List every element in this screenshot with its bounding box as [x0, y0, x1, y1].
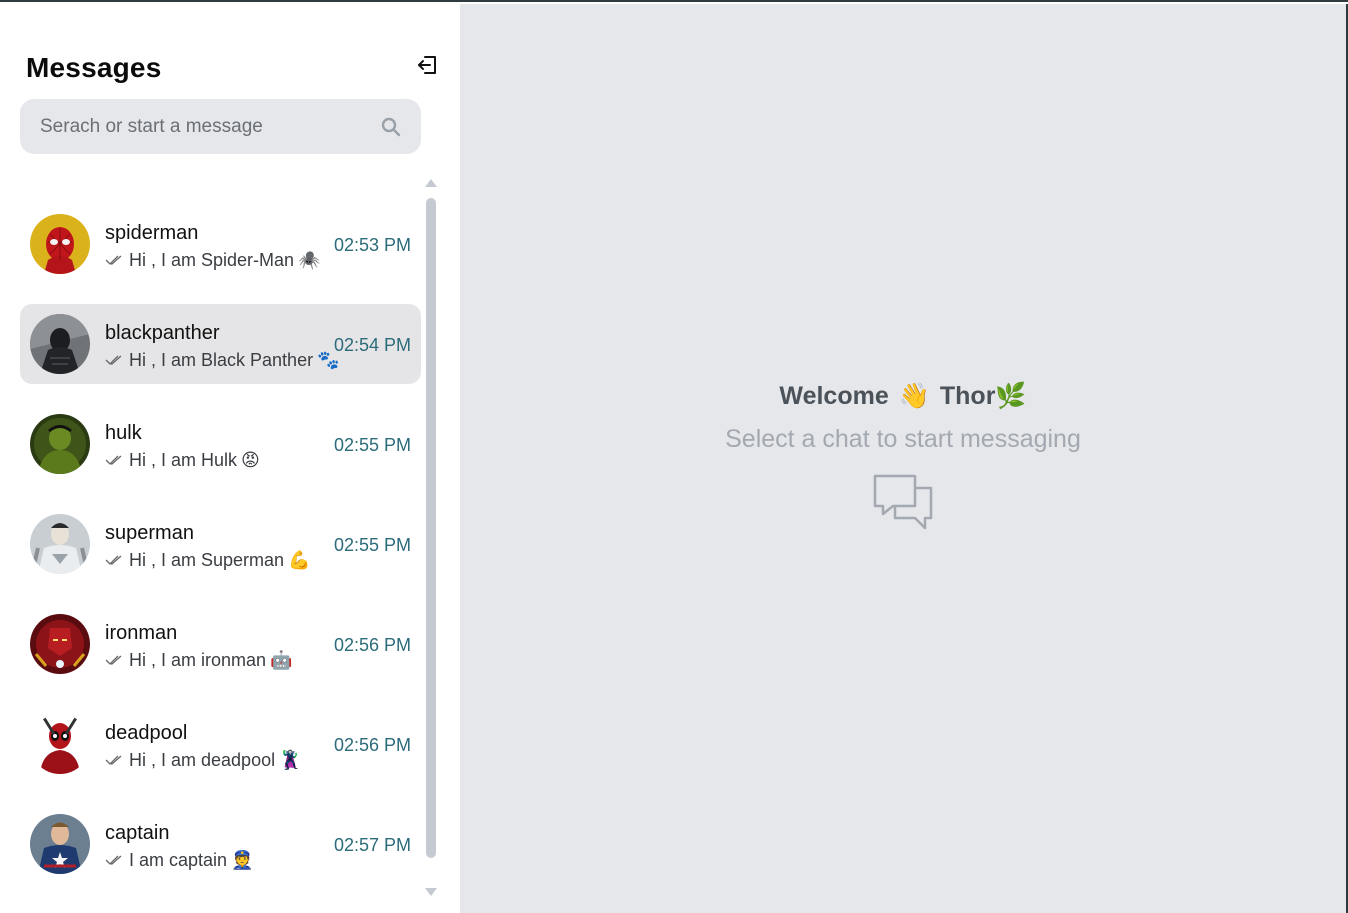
chat-time: 02:55 PM	[333, 535, 411, 555]
avatar	[30, 414, 90, 474]
sidebar-header: Messages	[26, 52, 441, 92]
emoji: 👮	[231, 850, 254, 870]
chat-preview-text: Hi , I am deadpool	[129, 750, 276, 770]
double-check-icon	[105, 850, 123, 871]
chat-name: ironman	[105, 622, 178, 644]
emoji: 🕷️	[298, 250, 321, 270]
logout-icon	[418, 56, 436, 74]
chat-item-spiderman[interactable]: spiderman Hi , I am Spider-Man 🕷️ 02:53 …	[20, 204, 421, 284]
app: Messages Serach or start a message spide…	[0, 4, 1348, 913]
chat-time: 02:53 PM	[333, 235, 411, 255]
main-panel: Welcome 👋 Thor🌿 Select a chat to start m…	[460, 4, 1348, 913]
emoji: 💪	[288, 550, 311, 570]
chat-list-scrollbar[interactable]	[422, 179, 440, 896]
chat-preview: Hi , I am deadpool 🦹	[105, 750, 302, 771]
chat-preview: Hi , I am Black Panther 🐾	[105, 350, 340, 371]
search-icon	[381, 117, 401, 136]
scroll-down-arrow-icon[interactable]	[425, 888, 437, 896]
chat-item-ironman[interactable]: ironman Hi , I am ironman 🤖 02:56 PM	[20, 604, 421, 684]
chat-item-deadpool[interactable]: deadpool Hi , I am deadpool 🦹 02:56 PM	[20, 704, 421, 784]
chat-preview: I am captain 👮	[105, 850, 253, 871]
avatar	[30, 714, 90, 774]
chat-item-captain[interactable]: captain I am captain 👮 02:57 PM	[20, 804, 421, 884]
chat-preview-text: Hi , I am Superman	[129, 550, 285, 570]
double-check-icon	[105, 350, 123, 371]
chat-name: deadpool	[105, 722, 188, 744]
chat-preview: Hi , I am ironman 🤖	[105, 650, 292, 671]
chat-time: 02:56 PM	[333, 735, 411, 755]
welcome-line: Welcome 👋 Thor🌿	[460, 382, 1346, 411]
chat-bubbles-icon	[871, 472, 935, 532]
search-input[interactable]	[40, 115, 379, 138]
chat-preview-text: Hi , I am ironman	[129, 650, 267, 670]
chat-item-superman[interactable]: superman Hi , I am Superman 💪 02:55 PM	[20, 504, 421, 584]
double-check-icon	[105, 450, 123, 471]
page-title: Messages	[26, 52, 162, 83]
emoji: 🦹	[279, 750, 302, 770]
chat-time: 02:55 PM	[333, 435, 411, 455]
chat-preview-text: Hi , I am Black Panther	[129, 350, 314, 370]
chat-preview-text: Hi , I am Spider-Man	[129, 250, 295, 270]
sidebar: Messages Serach or start a message spide…	[0, 4, 460, 913]
chat-name: superman	[105, 522, 194, 544]
welcome-message: Welcome 👋 Thor🌿 Select a chat to start m…	[460, 382, 1346, 532]
chat-time: 02:54 PM	[333, 335, 411, 355]
chat-time: 02:57 PM	[333, 835, 411, 855]
logout-button[interactable]	[415, 52, 441, 78]
double-check-icon	[105, 550, 123, 571]
chat-name: hulk	[105, 422, 142, 444]
avatar	[30, 314, 90, 374]
chat-preview-text: I am captain	[129, 850, 228, 870]
chat-item-blackpanther[interactable]: blackpanther Hi , I am Black Panther 🐾 0…	[20, 304, 421, 384]
avatar	[30, 614, 90, 674]
username: Thor🌿	[939, 382, 1027, 410]
chat-preview: Hi , I am Spider-Man 🕷️	[105, 250, 320, 271]
chat-preview: Hi , I am Hulk 😡	[105, 450, 260, 471]
chat-list: spiderman Hi , I am Spider-Man 🕷️ 02:53 …	[20, 204, 421, 904]
search-button[interactable]	[379, 115, 403, 139]
double-check-icon	[105, 750, 123, 771]
double-check-icon	[105, 250, 123, 271]
chat-item-hulk[interactable]: hulk Hi , I am Hulk 😡 02:55 PM	[20, 404, 421, 484]
avatar	[30, 814, 90, 874]
chat-time: 02:56 PM	[333, 635, 411, 655]
welcome-text: Welcome	[779, 382, 889, 410]
welcome-subtitle: Select a chat to start messaging	[725, 425, 1081, 453]
double-check-icon	[105, 650, 123, 671]
chat-preview: Hi , I am Superman 💪	[105, 550, 310, 571]
avatar	[30, 214, 90, 274]
chat-name: captain	[105, 822, 170, 844]
scroll-up-arrow-icon[interactable]	[425, 179, 437, 187]
chat-name: blackpanther	[105, 322, 220, 344]
emoji: 🤖	[270, 650, 293, 670]
search-bar	[20, 99, 421, 154]
scroll-thumb[interactable]	[426, 198, 436, 858]
chat-preview-text: Hi , I am Hulk	[129, 450, 238, 470]
chat-name: spiderman	[105, 222, 199, 244]
wave-emoji: 👋	[898, 382, 930, 410]
avatar	[30, 514, 90, 574]
user-emoji: 🌿	[995, 382, 1027, 410]
emoji: 😡	[241, 450, 260, 470]
